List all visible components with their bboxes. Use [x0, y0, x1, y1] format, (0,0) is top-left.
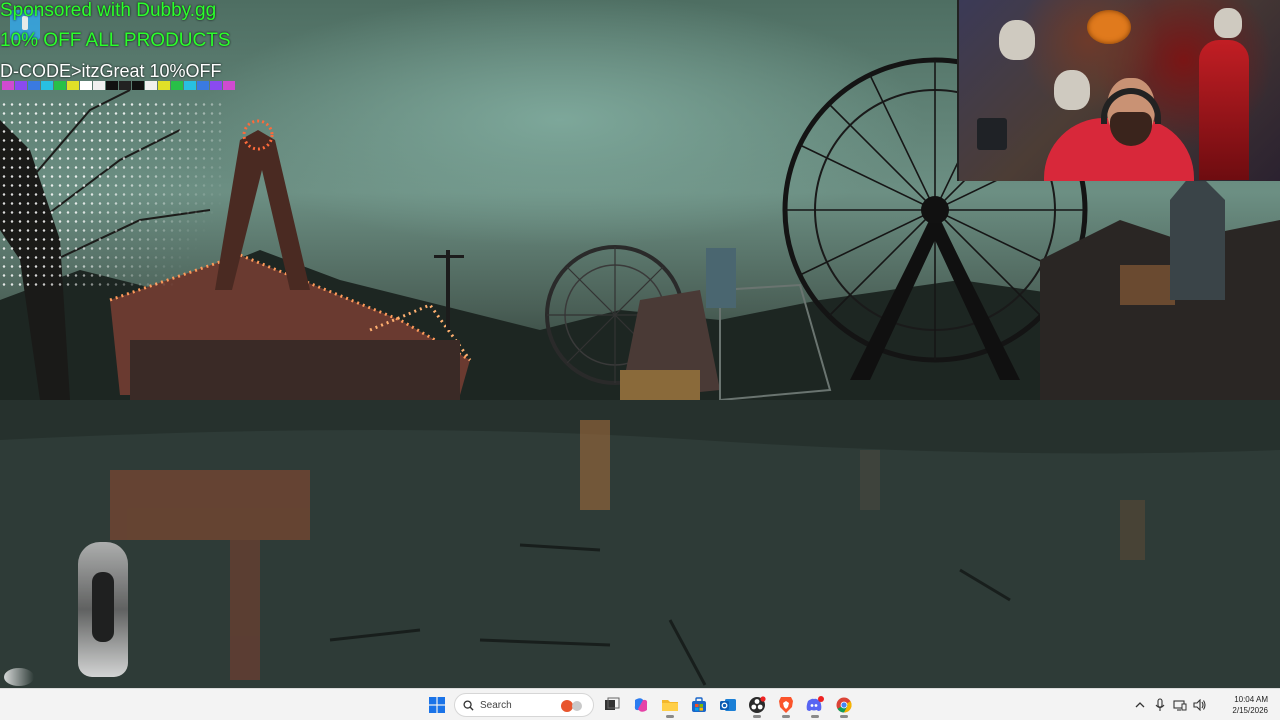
desktop-figure-widget[interactable]	[78, 542, 128, 677]
search-highlight-icon	[561, 700, 582, 712]
brave-button[interactable]	[771, 691, 800, 719]
color-swatch	[119, 81, 131, 90]
brave-icon	[778, 697, 793, 713]
skull-decoration	[1054, 70, 1090, 110]
color-swatch	[145, 81, 157, 90]
clock[interactable]: 10:04 AM 2/15/2026	[1216, 694, 1280, 716]
windows-logo-icon	[428, 697, 445, 713]
task-view-button[interactable]	[597, 691, 626, 719]
store-icon	[691, 697, 706, 712]
taskbar: Search 10:04 AM 2/15/2026	[0, 688, 1280, 720]
network-icon[interactable]	[1170, 691, 1190, 719]
color-swatch	[184, 81, 196, 90]
dot-pattern-overlay	[0, 100, 225, 290]
color-swatch	[93, 81, 105, 90]
color-swatch	[197, 81, 209, 90]
color-swatch	[54, 81, 66, 90]
mouse-cursor-glow	[4, 668, 34, 686]
system-tray: 10:04 AM 2/15/2026	[1130, 689, 1280, 720]
obs-button[interactable]	[742, 691, 771, 719]
color-swatch	[80, 81, 92, 90]
color-swatch-strip	[2, 81, 235, 90]
pumpkin-decoration	[1087, 10, 1131, 44]
color-swatch	[223, 81, 235, 90]
outlook-button[interactable]	[713, 691, 742, 719]
microphone-icon[interactable]	[1150, 691, 1170, 719]
clock-time: 10:04 AM	[1234, 695, 1268, 704]
color-swatch	[28, 81, 40, 90]
clock-date: 2/15/2026	[1232, 706, 1268, 715]
discount-code-line: D-CODE>itzGreat 10%OFF	[0, 61, 222, 81]
sponsor-line: Sponsored with Dubby.gg	[0, 0, 217, 21]
color-swatch	[158, 81, 170, 90]
start-button[interactable]	[422, 691, 451, 719]
obs-icon	[748, 696, 766, 713]
speaker-icon[interactable]	[1190, 691, 1210, 719]
copilot-button[interactable]	[626, 691, 655, 719]
task-view-icon	[604, 697, 619, 710]
chevron-up-icon[interactable]	[1130, 691, 1150, 719]
search-placeholder: Search	[480, 699, 512, 711]
chrome-icon	[836, 697, 852, 713]
color-swatch	[2, 81, 14, 90]
color-swatch	[15, 81, 27, 90]
file-explorer-button[interactable]	[655, 691, 684, 719]
color-swatch	[67, 81, 79, 90]
color-swatch	[132, 81, 144, 90]
microsoft-store-button[interactable]	[684, 691, 713, 719]
color-swatch	[41, 81, 53, 90]
search-input[interactable]: Search	[454, 693, 594, 717]
color-swatch	[106, 81, 118, 90]
skull-decoration	[1214, 8, 1242, 38]
clown-figure	[1199, 40, 1249, 180]
folder-icon	[661, 700, 678, 711]
color-swatch	[171, 81, 183, 90]
copilot-icon	[634, 698, 647, 712]
search-icon	[463, 699, 474, 711]
webcam-overlay	[957, 0, 1280, 181]
chrome-button[interactable]	[829, 691, 858, 719]
taskbar-center: Search	[422, 689, 858, 720]
discord-icon	[806, 696, 824, 711]
color-swatch	[210, 81, 222, 90]
discord-button[interactable]	[800, 691, 829, 719]
skull-decoration	[999, 20, 1035, 60]
mug	[977, 118, 1007, 150]
outlook-icon	[719, 699, 736, 711]
discount-line: 10% OFF ALL PRODUCTS	[0, 30, 231, 51]
